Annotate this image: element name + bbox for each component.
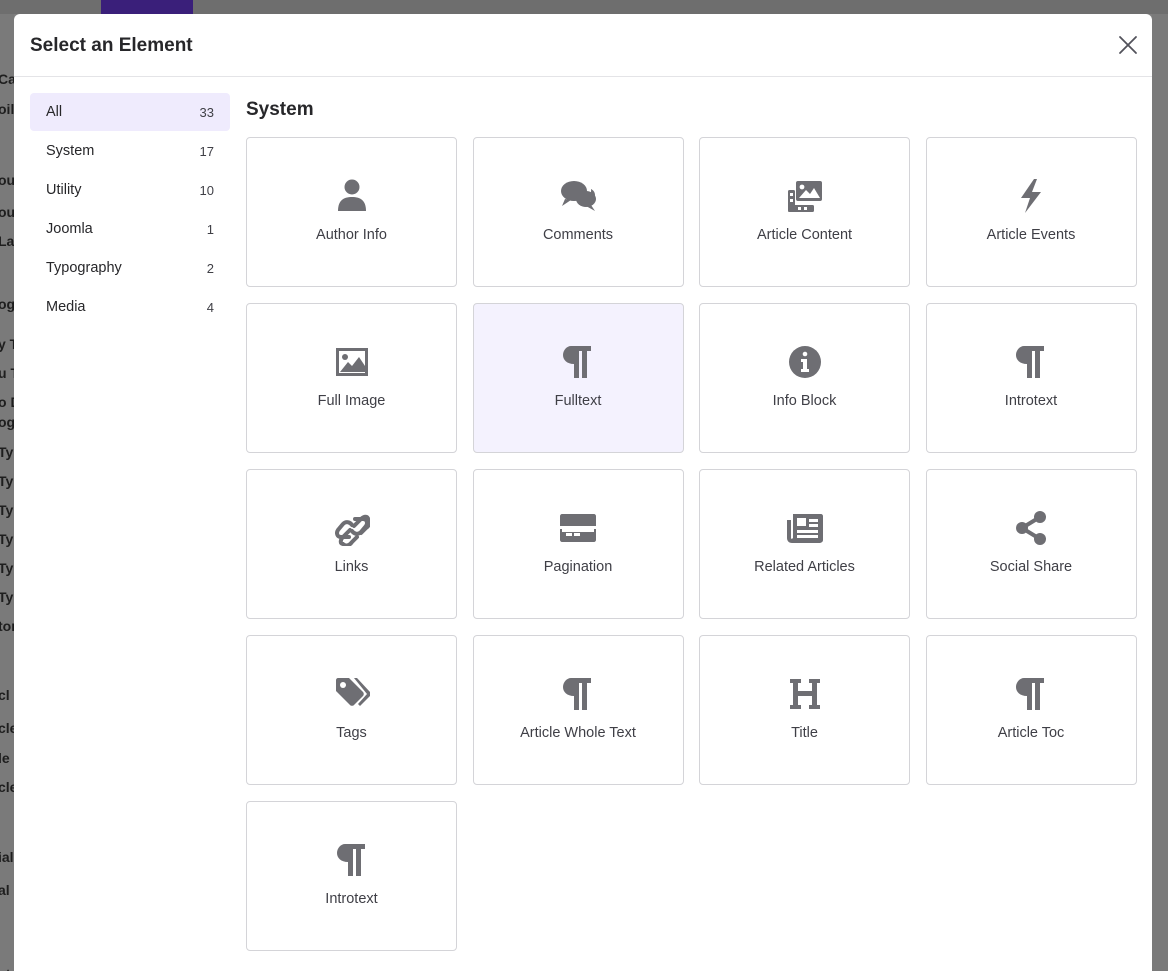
element-card-label: Tags	[336, 725, 367, 741]
element-card-label: Social Share	[989, 559, 1073, 575]
element-card-label: Links	[334, 559, 369, 575]
category-label: Joomla	[46, 221, 93, 237]
category-item-joomla[interactable]: Joomla 1	[30, 210, 230, 248]
element-card-label: Comments	[542, 227, 614, 243]
element-card-social-share[interactable]: Social Share	[925, 469, 1137, 619]
element-card-author-info[interactable]: Author Info	[246, 137, 457, 287]
category-count: 1	[206, 221, 214, 237]
element-card-article-whole-text[interactable]: Article Whole Text	[472, 635, 684, 785]
paragraph-icon	[560, 676, 596, 712]
category-label: System	[46, 143, 95, 159]
background-text: ou	[0, 172, 16, 188]
modal-header: Select an Element	[14, 14, 1152, 77]
paragraph-icon	[334, 842, 370, 878]
element-card-related-articles[interactable]: Related Articles	[699, 469, 910, 619]
element-content: System Author Info Comments Article Conten…	[246, 93, 1137, 951]
category-sidebar: All 33 System 17 Utility 10 Joomla 1 Typography 2…	[30, 93, 230, 327]
background-text: le	[0, 750, 10, 766]
element-card-introtext[interactable]: Introtext	[246, 801, 457, 951]
element-card-fulltext[interactable]: Fulltext	[472, 303, 684, 453]
element-card-label: Related Articles	[754, 559, 855, 575]
element-card-label: Article Events	[986, 227, 1076, 243]
element-card-article-events[interactable]: Article Events	[925, 137, 1137, 287]
category-count: 4	[206, 299, 214, 315]
category-label: Typography	[46, 260, 122, 276]
section-title: System	[246, 99, 314, 120]
user-icon	[334, 178, 370, 214]
bolt-icon	[1013, 178, 1049, 214]
category-item-system[interactable]: System 17	[30, 132, 230, 170]
category-item-all[interactable]: All 33	[30, 93, 230, 131]
element-card-label: Title	[791, 725, 818, 741]
category-label: All	[46, 104, 63, 120]
modal-title: Select an Element	[30, 35, 193, 56]
element-card-label: Article Content	[756, 227, 853, 243]
category-count: 33	[199, 104, 214, 120]
background-text: ial	[0, 849, 14, 865]
element-card-pagination[interactable]: Pagination	[472, 469, 684, 619]
background-text: og	[0, 296, 16, 312]
category-label: Media	[46, 299, 86, 315]
select-element-modal: Select an Element All 33 System 17 Utility 10…	[14, 14, 1152, 971]
background-text: al	[0, 882, 10, 898]
background-sidebar: Ca oile ou out La og y Tu To Dog Typ Typ Typ Typ Ty…	[0, 14, 22, 971]
pagination-icon	[560, 510, 596, 546]
element-card-label: Article Toc	[997, 725, 1065, 741]
element-card-comments[interactable]: Comments	[472, 137, 684, 287]
element-card-label: Pagination	[543, 559, 613, 575]
element-card-label: Author Info	[316, 227, 387, 243]
category-item-utility[interactable]: Utility 10	[30, 171, 230, 209]
category-item-media[interactable]: Media 4	[30, 288, 230, 326]
element-card-info-block[interactable]: Info Block	[699, 303, 910, 453]
tags-icon	[334, 676, 371, 712]
image-icon	[334, 344, 370, 380]
link-icon	[334, 510, 371, 548]
element-card-label: Full Image	[317, 393, 386, 409]
comments-icon	[560, 178, 596, 214]
paragraph-icon	[1013, 676, 1049, 712]
background-text: og	[0, 414, 16, 430]
category-label: Utility	[46, 182, 82, 198]
element-card-introtext[interactable]: Introtext	[925, 303, 1137, 453]
element-card-label: Article Whole Text	[520, 725, 636, 741]
category-count: 2	[206, 260, 214, 276]
paragraph-icon	[560, 344, 596, 380]
paragraph-icon	[1013, 344, 1049, 380]
background-text: cl	[0, 687, 10, 703]
background-right-panel	[1152, 14, 1168, 971]
element-card-article-toc[interactable]: Article Toc	[925, 635, 1137, 785]
element-card-links[interactable]: Links	[246, 469, 457, 619]
element-card-label: Fulltext	[554, 393, 602, 409]
category-item-typography[interactable]: Typography 2	[30, 249, 230, 287]
element-card-label: Introtext	[325, 891, 378, 907]
info-circle-icon	[787, 344, 823, 380]
close-icon[interactable]	[1118, 35, 1138, 55]
element-card-label: Info Block	[772, 393, 837, 409]
share-nodes-icon	[1013, 510, 1049, 546]
background-brand-button	[101, 0, 193, 14]
photo-film-icon	[787, 178, 823, 214]
element-card-article-content[interactable]: Article Content	[699, 137, 910, 287]
background-text: La	[0, 233, 15, 249]
element-card-title[interactable]: Title	[699, 635, 910, 785]
element-card-full-image[interactable]: Full Image	[246, 303, 457, 453]
category-count: 10	[199, 182, 214, 198]
element-card-tags[interactable]: Tags	[246, 635, 457, 785]
newspaper-icon	[786, 510, 823, 546]
element-card-label: Introtext	[1004, 393, 1058, 409]
category-count: 17	[199, 143, 214, 159]
heading-icon	[787, 676, 823, 712]
